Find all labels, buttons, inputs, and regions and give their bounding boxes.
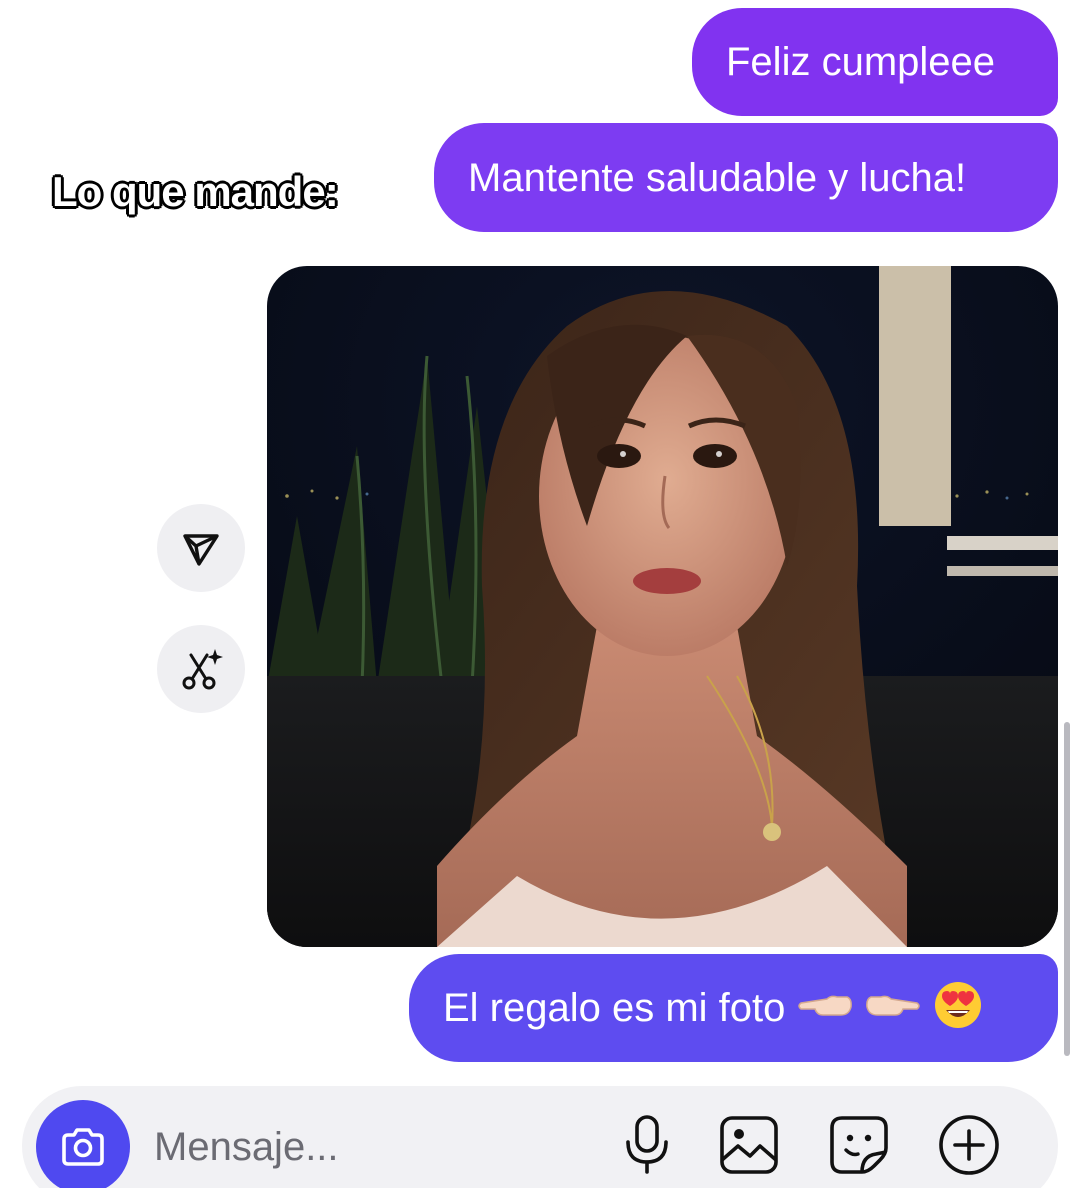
microphone-icon: [626, 1115, 668, 1174]
camera-icon: [62, 1128, 104, 1166]
sticker-icon: [830, 1116, 888, 1174]
message-bubble-2[interactable]: Mantente saludable y lucha!: [434, 123, 1058, 232]
photo-message[interactable]: [267, 266, 1058, 947]
send-icon: [183, 534, 219, 566]
message-text: El regalo es mi foto: [443, 986, 786, 1030]
ai-cutout-button[interactable]: [157, 625, 245, 713]
pointing-left-emoji: [797, 985, 853, 1032]
gallery-icon: [720, 1116, 778, 1174]
message-text: Mantente saludable y lucha!: [468, 155, 967, 200]
message-text: Feliz cumpleee: [726, 40, 996, 84]
camera-button[interactable]: [36, 1100, 130, 1188]
ai-scissors-icon: [182, 649, 223, 690]
gallery-button[interactable]: [716, 1112, 782, 1178]
overlay-caption: Lo que mande:: [51, 167, 340, 216]
message-input[interactable]: Mensaje...: [154, 1120, 574, 1174]
heart-eyes-emoji: [933, 980, 983, 1037]
plus-button[interactable]: [936, 1112, 1002, 1178]
microphone-button[interactable]: [614, 1112, 680, 1178]
selfie-photo: [267, 266, 1058, 947]
pointing-right-emoji: [865, 985, 921, 1032]
sticker-button[interactable]: [826, 1112, 892, 1178]
message-bubble-1[interactable]: Feliz cumpleee: [692, 8, 1058, 116]
message-bubble-3[interactable]: El regalo es mi foto: [409, 954, 1058, 1062]
scrollbar-thumb[interactable]: [1064, 722, 1070, 1056]
plus-icon: [939, 1115, 999, 1175]
share-button[interactable]: [157, 504, 245, 592]
